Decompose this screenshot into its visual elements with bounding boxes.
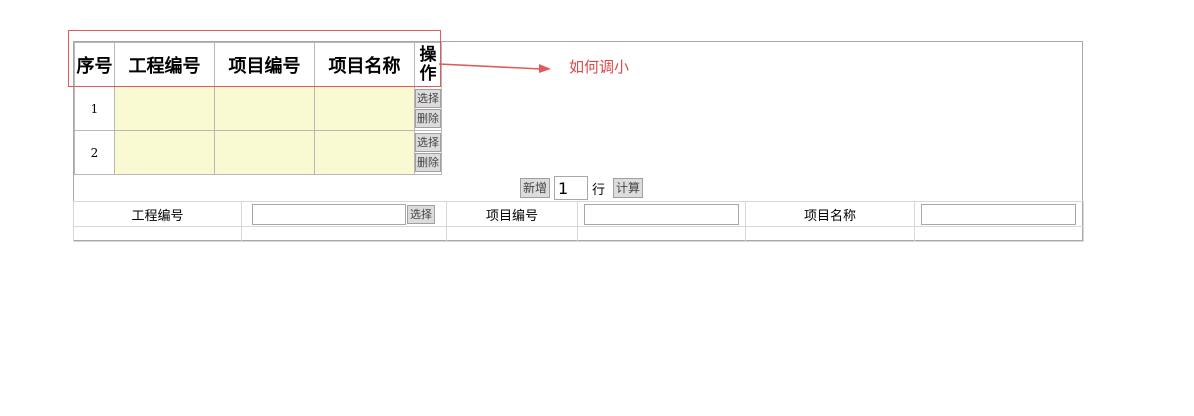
search-form: 工程编号 选择 项目编号 项目名称 — [73, 201, 1084, 242]
item-name-input[interactable] — [921, 203, 1076, 225]
form-row-empty — [73, 226, 1084, 242]
operation-cell: 选择 删除 — [414, 86, 442, 131]
row-unit-label: 行 — [592, 182, 606, 198]
empty-cell — [914, 226, 1084, 242]
operation-cell: 选择 删除 — [414, 130, 442, 175]
item-code-input[interactable] — [584, 203, 739, 225]
header-seq: 序号 — [74, 42, 115, 87]
form-row: 工程编号 选择 项目编号 项目名称 — [73, 201, 1084, 227]
empty-cell — [446, 226, 578, 242]
row-select-button[interactable]: 选择 — [415, 89, 441, 108]
table-row: 1 选择 删除 — [74, 86, 442, 131]
header-operation-line2: 作 — [419, 63, 437, 84]
item-name-label: 项目名称 — [745, 201, 915, 227]
row-toolbar: 新增 行 计算 — [520, 176, 644, 200]
item-code-field-cell — [577, 201, 746, 227]
row-count-input[interactable] — [554, 176, 589, 200]
table-row: 2 选择 删除 — [74, 130, 442, 175]
empty-cell — [745, 226, 915, 242]
project-code-label: 工程编号 — [73, 201, 242, 227]
detail-grid: 序号 工程编号 项目编号 项目名称 操作 1 选择 删除 2 选择 删除 — [74, 42, 442, 175]
project-code-field-cell: 选择 — [241, 201, 447, 227]
item-name-cell[interactable] — [314, 86, 415, 131]
row-delete-button[interactable]: 删除 — [415, 153, 441, 172]
project-code-cell[interactable] — [114, 86, 215, 131]
project-code-input[interactable] — [252, 203, 406, 225]
calculate-button[interactable]: 计算 — [613, 178, 644, 198]
add-row-button[interactable]: 新增 — [520, 178, 551, 198]
header-operation-line1: 操 — [419, 44, 437, 65]
item-code-label: 项目编号 — [446, 201, 578, 227]
header-item-code: 项目编号 — [214, 42, 315, 87]
project-code-cell[interactable] — [114, 130, 215, 175]
row-seq: 1 — [74, 86, 115, 131]
item-code-cell[interactable] — [214, 130, 315, 175]
item-name-field-cell — [914, 201, 1084, 227]
row-delete-button[interactable]: 删除 — [415, 109, 441, 128]
item-code-cell[interactable] — [214, 86, 315, 131]
row-select-button[interactable]: 选择 — [415, 133, 441, 152]
row-seq: 2 — [74, 130, 115, 175]
grid-header-row: 序号 工程编号 项目编号 项目名称 操作 — [74, 42, 442, 87]
item-name-cell[interactable] — [314, 130, 415, 175]
header-item-name: 项目名称 — [314, 42, 415, 87]
annotation-arrow-icon — [438, 63, 551, 73]
empty-cell — [73, 226, 242, 242]
header-project-code: 工程编号 — [114, 42, 215, 87]
empty-cell — [577, 226, 746, 242]
annotation-text: 如何调小 — [569, 58, 630, 76]
project-code-select-button[interactable]: 选择 — [407, 204, 435, 224]
empty-cell — [241, 226, 447, 242]
